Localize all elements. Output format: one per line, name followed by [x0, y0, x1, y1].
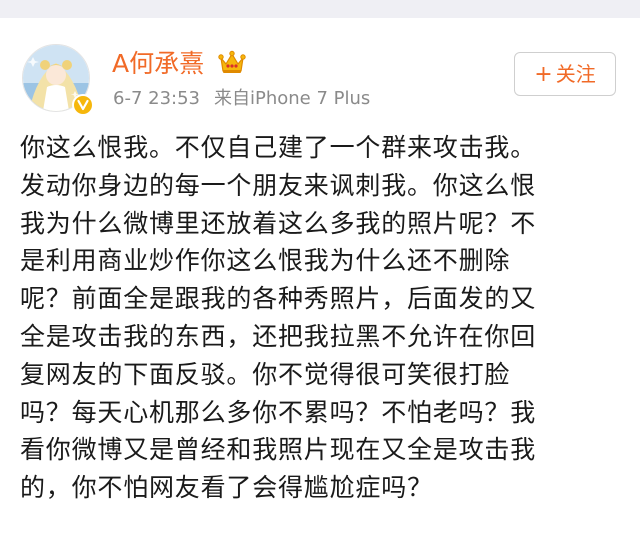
post-text-line: 是利用商业炒作你这么恨我为什么还不删除	[20, 246, 511, 276]
weibo-post-card: A何承熹 6-7 23:53 来自iPhone 7 Plus + 关注 你这么恨我。…	[0, 18, 640, 543]
post-text-line: 吗？每天心机那么多你不累吗？不怕老吗？我	[20, 397, 537, 427]
plus-icon: +	[534, 62, 553, 87]
username-link[interactable]: A何承熹	[112, 49, 204, 79]
verified-v-icon	[72, 94, 94, 116]
post-text-line: 看你微博又是曾经和我照片现在又全是攻击我	[20, 435, 537, 465]
top-separator-band	[0, 0, 640, 18]
avatar[interactable]	[22, 44, 94, 116]
crown-icon[interactable]	[218, 50, 246, 76]
post-text-line: 你这么恨我。不仅自己建了一个群来攻击我。	[20, 133, 537, 162]
post-body-text: 你这么恨我。不仅自己建了一个群来攻击我。 发动你身边的每一个朋友来讽刺我。你这么…	[20, 129, 620, 507]
post-text-line: 我为什么微博里还放着这么多我的照片呢？不	[20, 208, 537, 238]
follow-button[interactable]: + 关注	[514, 52, 616, 96]
post-text-line: 的，你不怕网友看了会得尴尬症吗？	[20, 473, 433, 503]
post-text-line: 复网友的下面反驳。你不觉得很可笑很打脸	[20, 359, 511, 389]
post-text-line: 全是攻击我的东西，还把我拉黑不允许在你回	[20, 321, 537, 351]
post-meta: 6-7 23:53 来自iPhone 7 Plus	[113, 87, 370, 111]
post-text-line: 发动你身边的每一个朋友来讽刺我。你这么恨	[20, 170, 537, 200]
post-source[interactable]: 来自iPhone 7 Plus	[214, 88, 370, 109]
post-time: 6-7 23:53	[113, 88, 200, 109]
post-text-line: 呢？前面全是跟我的各种秀照片，后面发的又	[20, 284, 537, 314]
follow-label: 关注	[555, 62, 596, 86]
